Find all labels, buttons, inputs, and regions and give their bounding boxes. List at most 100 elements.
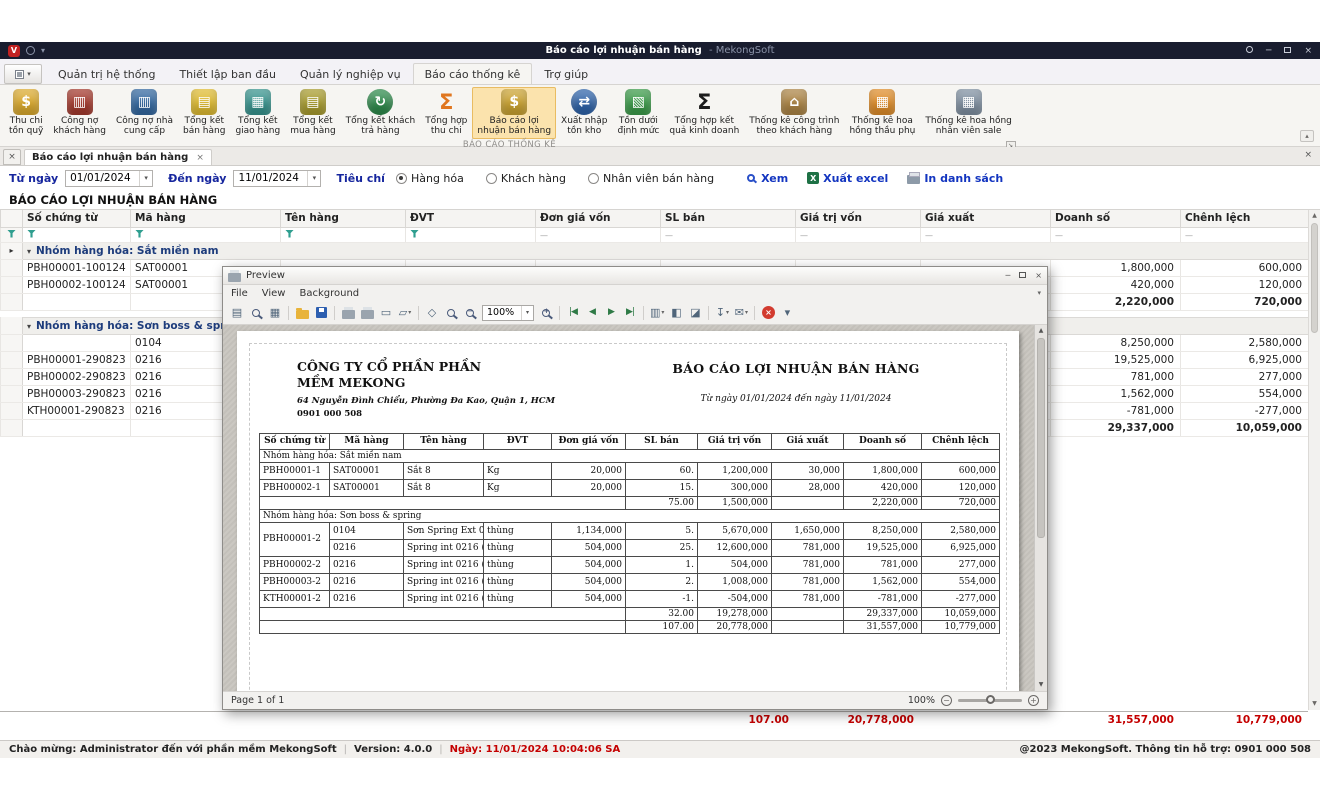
app-logo-icon[interactable]: V [8,45,20,57]
quick-print-icon[interactable] [358,304,376,322]
hand-tool-icon[interactable]: ◇ [423,304,441,322]
chevron-down-icon[interactable]: ▾ [139,171,152,186]
email-icon[interactable]: ✉▾ [732,304,750,322]
open-icon[interactable] [293,304,311,322]
radio-hàng-hóa[interactable]: Hàng hóa [396,172,464,185]
grid-cell[interactable]: 600,000 [1181,259,1309,276]
grid-cell[interactable]: 19,525,000 [1051,351,1181,368]
magnifier-icon[interactable] [442,304,460,322]
scroll-down-icon[interactable]: ▼ [1309,698,1320,710]
grid-column-header-mã-hàng[interactable]: Mã hàng [131,210,281,227]
zoom-slider[interactable] [958,699,1022,702]
preview-titlebar[interactable]: Preview ─ × [223,267,1047,285]
view-button[interactable]: Xem [747,172,788,185]
save-icon[interactable] [312,304,330,322]
grid-filter-cell[interactable]: — [796,227,921,242]
next-page-icon[interactable]: ▶ [602,304,620,322]
ribbon-button-tong-hop-ket-qua-kinh-doanh[interactable]: ΣTổng hợp kếtquả kinh doanh [664,87,744,139]
chevron-down-icon[interactable]: ▾ [307,171,320,186]
ribbon-button-bao-cao-loi-nhuan-ban-hang[interactable]: $Báo cáo lợinhuận bán hàng [472,87,556,139]
tab-close-icon[interactable]: × [196,153,204,163]
preview-scrollbar[interactable]: ▲ ▼ [1034,325,1047,691]
grid-filter-cell[interactable]: — [1181,227,1309,242]
quick-access-icon[interactable] [26,46,35,55]
page-color-icon[interactable]: ◧ [667,304,685,322]
grid-column-header-số-chứng-từ[interactable]: Số chứng từ [23,210,131,227]
group-collapse-icon[interactable]: ▾ [27,247,31,256]
ribbon-button-tong-ket-ban-hang[interactable]: ▤Tổng kếtbán hàng [178,87,230,139]
grid-filter-cell[interactable]: — [661,227,796,242]
grid-filter-cell[interactable]: — [1051,227,1181,242]
ribbon-tab-quản-lý-nghiệp-vụ[interactable]: Quản lý nghiệp vụ [288,63,413,84]
ribbon-collapse-icon[interactable]: ▴ [1300,130,1314,142]
ribbon-tab-thiết-lập-ban-đầu[interactable]: Thiết lập ban đầu [167,63,288,84]
scroll-up-icon[interactable]: ▲ [1309,210,1320,222]
grid-column-header-chênh-lệch[interactable]: Chênh lệch [1181,210,1309,227]
grid-cell[interactable]: -277,000 [1181,402,1309,419]
ribbon-button-tong-ket-mua-hang[interactable]: ▤Tổng kếtmua hàng [285,87,340,139]
ribbon-button-cong-no-khach-hang[interactable]: ▥Công nợkhách hàng [48,87,111,139]
grid-cell[interactable]: PBH00003-290823 [23,385,131,402]
preview-minimize-button[interactable]: ─ [1005,271,1010,280]
restore-button[interactable] [1284,46,1291,56]
grid-cell[interactable]: 781,000 [1051,368,1181,385]
grid-scrollbar[interactable]: ▲ ▼ [1308,210,1320,710]
zoom-slider-thumb[interactable] [986,695,995,704]
grid-cell[interactable] [23,334,131,351]
print-list-button[interactable]: In danh sách [907,172,1003,185]
grid-column-header-tên-hàng[interactable]: Tên hàng [281,210,406,227]
grid-cell[interactable]: PBH00001-100124 [23,259,131,276]
grid-column-header-đvt[interactable]: ĐVT [406,210,536,227]
group-collapse-icon[interactable]: ▾ [27,322,31,331]
menu-overflow-caret-icon[interactable]: ▾ [1037,289,1041,297]
radio-khách-hàng[interactable]: Khách hàng [486,172,566,185]
preview-menu-background[interactable]: Background [299,288,359,299]
scrollbar-thumb[interactable] [1037,338,1045,538]
grid-cell[interactable]: 8,250,000 [1051,334,1181,351]
grid-column-header-doanh-số[interactable]: Doanh số [1051,210,1181,227]
print-icon[interactable] [339,304,357,322]
ribbon-button-ton-duoi-dinh-muc[interactable]: ▧Tồn dướiđịnh mức [612,87,664,139]
preview-menu-file[interactable]: File [231,288,248,299]
grid-column-header-sl-bán[interactable]: SL bán [661,210,796,227]
document-map-icon[interactable]: ▤ [228,304,246,322]
grid-cell[interactable]: PBH00001-290823 [23,351,131,368]
multi-page-icon[interactable]: ▥▾ [648,304,666,322]
grid-cell[interactable]: 1,800,000 [1051,259,1181,276]
zoom-out-button[interactable]: − [941,695,952,706]
grid-filter-cell[interactable] [23,227,131,242]
pin-window-icon[interactable] [1246,46,1253,56]
first-page-icon[interactable]: |◀ [564,304,582,322]
search-icon[interactable] [247,304,265,322]
grid-cell[interactable]: 277,000 [1181,368,1309,385]
grid-cell[interactable]: 120,000 [1181,276,1309,293]
close-button[interactable]: × [1304,46,1312,56]
tabbar-close-icon[interactable]: × [1304,150,1312,160]
zoom-in-icon[interactable]: + [537,304,555,322]
minimize-button[interactable]: ─ [1266,46,1271,56]
ribbon-tab-quản-trị-hệ-thống[interactable]: Quản trị hệ thống [46,63,167,84]
scroll-up-icon[interactable]: ▲ [1035,325,1047,337]
ribbon-button-cong-no-nha-cung-cap[interactable]: ▥Công nợ nhàcung cấp [111,87,178,139]
thumbnails-icon[interactable]: ▦ [266,304,284,322]
grid-cell[interactable]: KTH00001-290823 [23,402,131,419]
scroll-down-icon[interactable]: ▼ [1035,679,1047,691]
tab-bao-cao-loi-nhuan[interactable]: Báo cáo lợi nhuận bán hàng × [24,149,212,165]
ribbon-tab-báo-cáo-thống-kê[interactable]: Báo cáo thống kê [413,63,533,84]
grid-cell[interactable]: -781,000 [1051,402,1181,419]
ribbon-button-tong-ket-giao-hang[interactable]: ▦Tổng kếtgiao hàng [230,87,285,139]
grid-column-header-giá-trị-vốn[interactable]: Giá trị vốn [796,210,921,227]
preview-menu-view[interactable]: View [262,288,286,299]
radio-nhân-viên-bán-hàng[interactable]: Nhân viên bán hàng [588,172,714,185]
prev-page-icon[interactable]: ◀ [583,304,601,322]
grid-cell[interactable]: 2,580,000 [1181,334,1309,351]
toolbar-overflow-icon[interactable]: ▾ [778,304,796,322]
ribbon-button-thong-ke-hoa-hong-sale[interactable]: ▦Thống kê hoa hồngnhân viên sale [920,87,1017,139]
export-icon[interactable]: ↧▾ [713,304,731,322]
to-date-input[interactable]: 11/01/2024 ▾ [233,170,321,187]
zoom-out-icon[interactable]: − [461,304,479,322]
scale-icon[interactable]: ▱▾ [396,304,414,322]
grid-cell[interactable]: 6,925,000 [1181,351,1309,368]
quick-access-caret-icon[interactable]: ▾ [41,46,45,55]
grid-cell[interactable]: 1,562,000 [1051,385,1181,402]
